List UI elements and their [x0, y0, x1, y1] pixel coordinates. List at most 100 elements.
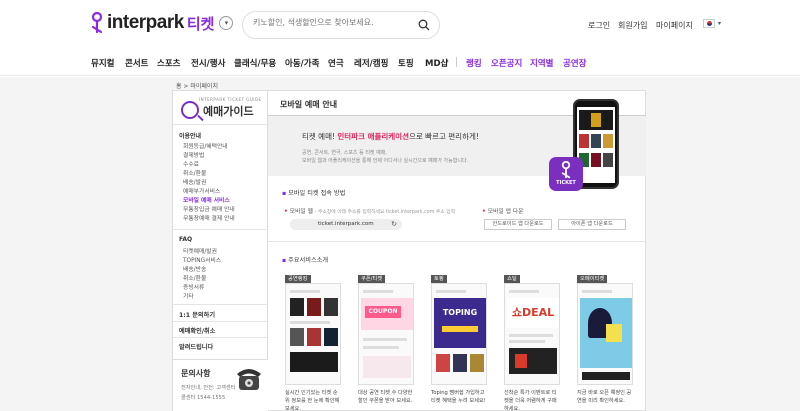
nav-region[interactable]: 지역별 [530, 57, 553, 69]
interpark-logo-icon [561, 161, 571, 179]
card-screenshot: 쇼DEAL [504, 283, 560, 385]
banner-headline: 티켓 예매! 인터파크 애플리케이션으로 빠르고 편리하게! [302, 131, 479, 142]
faq-item-delivery[interactable]: 배송/반송 [183, 264, 206, 273]
inquiry-link[interactable]: 1:1 문의하기 [179, 310, 215, 319]
nav-concert[interactable]: 콘서트 [125, 57, 148, 69]
language-dropdown-icon[interactable]: ▾ [718, 20, 721, 27]
url-bar[interactable]: ticket.interpark.com ↻ [290, 219, 402, 230]
banner-desc: 모바일 웹과 어플리케이션을 통해 언제 어디서나 실시간으로 예매가 가능합니… [302, 158, 469, 164]
page-title: 모바일 예매 안내 [280, 100, 338, 109]
guide-header: INTERPARK TICKET GUIDE 예매가이드 [177, 95, 265, 121]
section-text: 모바일 티켓 접속 방법 [288, 190, 346, 197]
interpark-logo-icon [91, 12, 103, 34]
service-card[interactable]: 토핑 TOPING Toping 멤버쉽 가입하고 티켓 혜택을 누려 보세요! [431, 275, 487, 411]
usage-section-title: 이용안내 [179, 133, 202, 140]
banner-text: 티켓 예매! [302, 132, 338, 141]
nav-kids[interactable]: 아동/가족 [285, 57, 319, 69]
card-tag: 오메이티켓 [577, 275, 608, 283]
search-box [242, 11, 440, 39]
side-item-mobile[interactable]: 모바일 예매 서비스 [183, 195, 230, 204]
card-desc: 대상 공연 티켓 수 다양한 할인 쿠폰을 받아 보세요. [358, 390, 413, 404]
service-card[interactable]: 오메이티켓 지금 바로 오픈 예정인 공연을 미리 확인하세요. [577, 275, 633, 411]
divider [173, 321, 269, 322]
app-download-label: • 모바일 앱 다운 [482, 209, 524, 215]
card-tag: 공연랭킹 [285, 275, 311, 283]
nav-open-notice[interactable]: 오픈공지 [491, 57, 522, 69]
booking-check-link[interactable]: 예매확인/취소 [179, 326, 215, 335]
guide-caption: INTERPARK TICKET GUIDE [199, 97, 262, 102]
brand-sub: 티켓 [186, 15, 215, 33]
faq-item-docs[interactable]: 증빙서류 [183, 282, 204, 291]
signup-link[interactable]: 회원가입 [618, 20, 647, 31]
faq-item-toping[interactable]: TOPING서비스 [183, 255, 221, 264]
search-input[interactable] [253, 18, 413, 27]
nav-classic[interactable]: 클래식/무용 [234, 57, 276, 69]
card-screenshot: COUPON [358, 283, 414, 385]
magnifier-icon [181, 101, 199, 119]
nav-divider [456, 57, 457, 67]
nav-ranking[interactable]: 랭킹 [466, 57, 482, 69]
divider [268, 241, 646, 242]
service-card[interactable]: 쇼딜 쇼DEAL 선착순 특가 이벤트로 티켓을 더욱 저렴하게 구매하세요. [504, 275, 560, 411]
login-link[interactable]: 로그인 [588, 20, 610, 31]
main-content: 모바일 예매 안내 티켓 예매! 인터파크 애플리케이션으로 빠르고 편리하게!… [268, 90, 646, 411]
side-item-bank-pay[interactable]: 무통장예매 결제 안내 [183, 213, 235, 222]
nav-musical[interactable]: 뮤지컬 [91, 57, 114, 69]
divider [173, 229, 269, 230]
banner-highlight: 인터파크 애플리케이션 [337, 132, 409, 141]
ticket-badge-label: TICKET [556, 180, 576, 186]
faq-section-title: FAQ [179, 236, 193, 243]
faq-item-refund[interactable]: 취소/환불 [183, 273, 206, 282]
cs-line: 전자안내, 안전: 고객센터 [181, 385, 236, 391]
telephone-icon [237, 369, 261, 390]
card-tag: 토핑 [431, 275, 447, 283]
card-screenshot [285, 283, 341, 385]
url-text: ticket.interpark.com [318, 221, 374, 227]
card-desc: 지금 바로 오픈 예정인 공연을 미리 확인하세요. [577, 390, 632, 404]
android-download-button[interactable]: 안드로이드 앱 다운로드 [484, 219, 552, 230]
side-item-fee[interactable]: 수수료 [183, 159, 199, 168]
label-text: 모바일 앱 다운 [487, 209, 524, 215]
category-nav: 뮤지컬 콘서트 스포츠 전시/행사 클래식/무용 아동/가족 연극 레저/캠핑 … [0, 48, 800, 76]
service-card[interactable]: 공연랭킹 실시간 인기있는 티켓 순위 정보를 한 눈에 확인해 보세요. [285, 275, 341, 411]
divider [173, 304, 269, 305]
cs-title: 문의사항 [181, 369, 211, 378]
iphone-download-button[interactable]: 아이폰 앱 다운로드 [558, 219, 626, 230]
korea-flag-icon[interactable] [703, 19, 715, 28]
nav-exhibition[interactable]: 전시/행사 [191, 57, 225, 69]
nav-mdshop[interactable]: MD샵 [425, 57, 448, 69]
faq-item-ticket[interactable]: 티켓예매/발권 [183, 246, 217, 255]
service-card[interactable]: 쿠폰/티켓 COUPON 대상 공연 티켓 수 다양한 할인 쿠폰을 받아 보세… [358, 275, 414, 411]
side-item-refund[interactable]: 취소/환불 [183, 168, 206, 177]
nav-toping[interactable]: 토핑 [398, 57, 414, 69]
customer-service-box: 문의사항 전자안내, 안전: 고객센터 콜센터 1544-1555 [173, 359, 269, 411]
card-desc: 선착순 특가 이벤트로 티켓을 더욱 저렴하게 구매하세요. [504, 390, 557, 411]
nav-play[interactable]: 연극 [328, 57, 344, 69]
section-services-title: ▪ 주요서비스소개 [282, 257, 329, 264]
side-item-membership[interactable]: 회원등급/혜택안내 [183, 141, 228, 150]
side-item-delivery[interactable]: 배송/발권 [183, 177, 206, 186]
side-item-addon[interactable]: 예매부가서비스 [183, 186, 220, 195]
ticket-app-icon: TICKET [549, 157, 583, 191]
card-tag: 쇼딜 [504, 275, 520, 283]
site-header: interpark 티켓 ▾ 로그인 회원가입 마이페이지 ▾ [0, 0, 800, 48]
mypage-link[interactable]: 마이페이지 [656, 20, 693, 31]
nav-sports[interactable]: 스포츠 [157, 57, 180, 69]
cs-phone: 콜센터 1544-1555 [181, 395, 226, 401]
section-text: 주요서비스소개 [288, 257, 329, 264]
guide-sidebar: INTERPARK TICKET GUIDE 예매가이드 이용안내 회원등급/혜… [172, 90, 269, 411]
nav-leisure[interactable]: 레저/캠핑 [354, 57, 388, 69]
logo[interactable]: interpark 티켓 ▾ [90, 12, 234, 34]
side-item-payment[interactable]: 결제방법 [183, 150, 204, 159]
card-screenshot: TOPING [431, 283, 487, 385]
card-tag: 쿠폰/티켓 [358, 275, 386, 283]
search-icon[interactable] [418, 19, 430, 31]
service-dropdown-icon[interactable]: ▾ [219, 16, 234, 30]
reload-icon: ↻ [391, 220, 397, 228]
notice-link[interactable]: 알려드립니다 [179, 342, 213, 351]
faq-item-etc[interactable]: 기타 [183, 291, 194, 300]
nav-venue[interactable]: 공연장 [563, 57, 586, 69]
card-desc: 실시간 인기있는 티켓 순위 정보를 한 눈에 확인해 보세요. [285, 390, 340, 411]
breadcrumb[interactable]: 홈 > 마이페이지 [176, 81, 218, 90]
side-item-bank[interactable]: 무통장입금 예매 안내 [183, 204, 235, 213]
